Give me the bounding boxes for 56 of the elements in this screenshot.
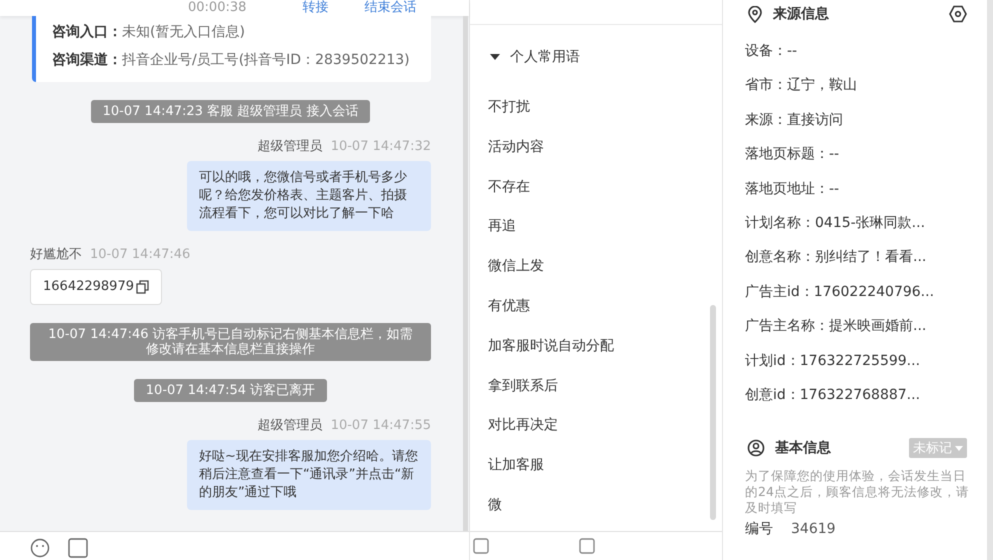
info-field: 广告主id：176022240796... [745,274,987,310]
caret-icon [955,444,963,452]
top-action-link[interactable]: 结束会话 [364,0,416,16]
message-time: 10-07 14:47:32 [330,139,431,154]
system-notice: 10-07 14:47:54 访客已离开 [134,379,328,402]
phrase-item[interactable]: 不存在 [470,166,722,206]
info-field: 落地页标题：-- [745,137,987,172]
phrase-item[interactable]: 微信上发 [470,246,722,286]
entry-value: 抖音企业号/员工号(抖音号ID：2839502213) [122,52,410,68]
info-field: 计划名称：0415-张琳同款... [745,206,987,240]
info-field: 来源：直接访问 [745,102,987,138]
field-label: 编号 [745,521,773,538]
phrase-item[interactable]: 不打扰 [470,87,722,127]
sender-name: 超级管理员 [258,418,323,433]
phrase-group-toggle[interactable]: 个人常用语 [470,45,722,69]
phrase-item[interactable]: 微 [470,484,722,525]
sender-name: 好尴尬不 [30,247,82,262]
phrase-item[interactable]: 有优惠 [470,286,722,326]
entry-value: 未知(暂无入口信息) [122,24,245,40]
phrase-item[interactable]: 活动内容 [470,126,722,167]
phrase-item[interactable]: 加客服时说自动分配 [470,326,722,366]
info-field: 创意id：176322768887... [745,378,987,412]
settings-icon[interactable] [949,5,967,23]
section-title: 来源信息 [773,5,829,23]
info-field: 落地页地址：-- [745,172,987,206]
entry-label: 咨询渠道： [52,52,122,68]
field-value: 34619 [791,521,836,538]
info-field: 广告主名称：提米映画婚前... [745,309,987,344]
info-field: 省市：辽宁，鞍山 [745,68,987,103]
checkbox-icon[interactable] [579,538,595,554]
system-notice: 10-07 14:47:46 访客手机号已自动标记右侧基本信息栏，如需修改请在基本信息栏直接操作 [30,323,431,361]
phrase-item[interactable]: 再追 [470,206,722,246]
system-notice: 10-07 14:47:23 客服 超级管理员 接入会话 [90,100,370,123]
info-field: 计划id：176322725599... [745,344,987,378]
emoji-icon[interactable] [30,538,50,558]
phrase-item[interactable]: 对比再决定 [470,405,722,446]
message-time: 10-07 14:47:46 [90,247,190,262]
info-field: 创意名称：别纠结了！看看... [745,240,987,275]
hint-text: 为了保障您的使用体验，会话发生当日的24点之后，顾客信息将无法修改，请及时填写 [745,468,970,516]
message-bubble: 好哒~现在安排客服加您介绍哈。请您稍后注意查看一下“通讯录”并点击“新的朋友”通过下哦 [187,440,431,510]
section-title: 基本信息 [775,439,831,458]
user-icon[interactable] [747,439,765,458]
sender-name: 超级管理员 [258,139,323,154]
call-timer: 00:00:38 [188,0,246,16]
info-field: 设备：-- [745,34,987,68]
copy-icon[interactable] [136,280,149,294]
checkbox-icon[interactable] [473,538,489,554]
phone-number: 16642298979 [43,278,134,296]
scrollbar-thumb[interactable] [710,305,716,520]
location-pin-icon[interactable] [747,6,763,22]
entry-label: 咨询入口： [52,24,122,40]
phrase-item[interactable]: 让加客服 [470,445,722,485]
message-time: 10-07 14:47:55 [330,418,431,433]
message-bubble: 可以的哦，您微信号或者手机号多少呢？给您发价格表、主题客片、拍摄流程看下，您可以对比了解一下哈 [187,161,431,231]
top-action-link[interactable]: 转接 [302,0,328,16]
phrase-item[interactable]: 拿到联系后 [470,366,722,406]
